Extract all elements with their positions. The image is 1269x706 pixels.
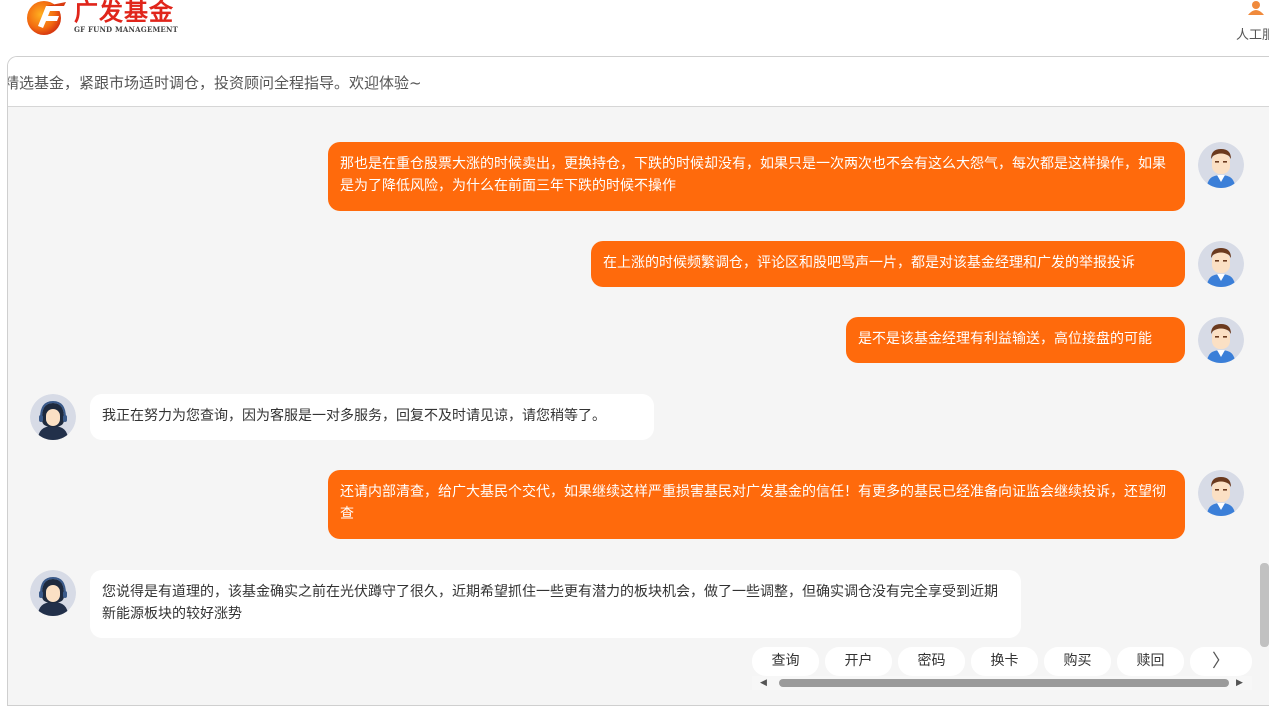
user-avatar-icon — [1198, 470, 1244, 516]
message-text: 那也是在重仓股票大涨的时候卖出，更换持仓，下跌的时候却没有，如果只是一次两次也不… — [340, 156, 1166, 194]
header: 广发基金 GF FUND MANAGEMENT 人工服 — [0, 0, 1269, 56]
quick-action-change-card-button[interactable]: 换卡 — [971, 647, 1038, 676]
quick-action-password-button[interactable]: 密码 — [898, 647, 965, 676]
agent-message: 我正在努力为您查询，因为客服是一对多服务，回复不及时请见谅，请您稍等了。 — [90, 394, 654, 440]
message-text: 在上涨的时候频繁调仓，评论区和股吧骂声一片，都是对该基金经理和广发的举报投诉 — [603, 255, 1135, 271]
quick-actions-scrollbar[interactable]: ◀ ▶ — [752, 676, 1252, 690]
human-service-label: 人工服 — [1236, 28, 1269, 43]
quick-actions-next-button[interactable]: 〉 — [1190, 647, 1252, 676]
message-text: 您说得是有道理的，该基金确实之前在光伏蹲守了很久，近期希望抓住一些更有潜力的板块… — [102, 584, 998, 622]
scroll-left-arrow-icon[interactable]: ◀ — [760, 678, 767, 688]
user-message: 是不是该基金经理有利益输送，高位接盘的可能 — [846, 317, 1185, 363]
user-avatar-icon — [1198, 317, 1244, 363]
gf-fund-logo: 广发基金 GF FUND MANAGEMENT — [22, 0, 178, 36]
chat-vertical-scrollbar[interactable] — [1260, 563, 1269, 647]
gf-logo-icon — [22, 0, 70, 36]
user-message: 在上涨的时候频繁调仓，评论区和股吧骂声一片，都是对该基金经理和广发的举报投诉 — [591, 241, 1185, 287]
user-avatar-icon — [1198, 241, 1244, 287]
scrollbar-thumb[interactable] — [779, 679, 1229, 687]
quick-action-open-account-button[interactable]: 开户 — [825, 647, 892, 676]
customer-service-icon — [1248, 0, 1264, 15]
human-service-button[interactable]: 人工服 — [1234, 0, 1269, 44]
logo-chinese-text: 广发基金 — [74, 0, 174, 26]
message-text: 是不是该基金经理有利益输送，高位接盘的可能 — [858, 331, 1152, 347]
agent-message: 您说得是有道理的，该基金确实之前在光伏蹲守了很久，近期希望抓住一些更有潜力的板块… — [90, 570, 1021, 638]
quick-action-redeem-button[interactable]: 赎回 — [1117, 647, 1184, 676]
scroll-right-arrow-icon[interactable]: ▶ — [1236, 678, 1243, 688]
agent-avatar-icon — [30, 570, 76, 616]
logo-english-text: GF FUND MANAGEMENT — [74, 24, 178, 34]
quick-action-query-button[interactable]: 查询 — [752, 647, 819, 676]
user-message: 还请内部清查，给广大基民个交代，如果继续这样严重损害基民对广发基金的信任！有更多… — [328, 470, 1185, 539]
notice-text: 精选基金，紧跟市场适时调仓，投资顾问全程指导。欢迎体验~ — [7, 74, 422, 92]
agent-avatar-icon — [30, 394, 76, 440]
notice-bar: 精选基金，紧跟市场适时调仓，投资顾问全程指导。欢迎体验~ — [8, 57, 1269, 107]
quick-action-purchase-button[interactable]: 购买 — [1044, 647, 1111, 676]
message-text: 我正在努力为您查询，因为客服是一对多服务，回复不及时请见谅，请您稍等了。 — [102, 408, 606, 424]
user-avatar-icon — [1198, 142, 1244, 188]
message-text: 还请内部清查，给广大基民个交代，如果继续这样严重损害基民对广发基金的信任！有更多… — [340, 484, 1166, 522]
user-message: 那也是在重仓股票大涨的时候卖出，更换持仓，下跌的时候却没有，如果只是一次两次也不… — [328, 142, 1185, 211]
